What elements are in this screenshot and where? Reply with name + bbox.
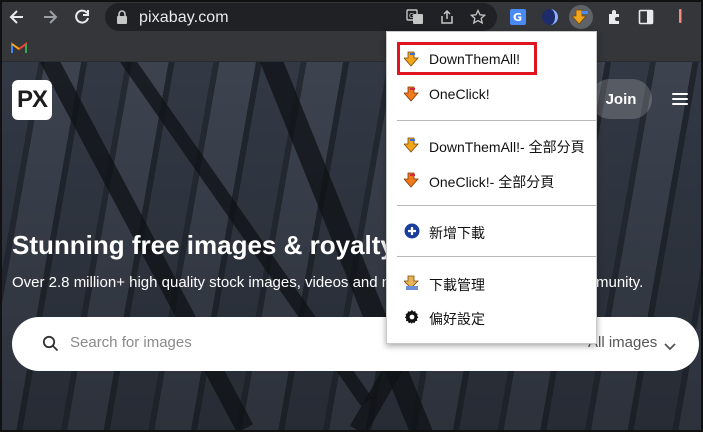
downthemall-extension-icon[interactable]	[569, 5, 593, 29]
search-icon[interactable]	[42, 335, 59, 357]
puzzle-extensions-icon[interactable]	[603, 5, 627, 29]
menu-separator	[397, 256, 596, 257]
menu-item-label: 偏好設定	[429, 311, 485, 327]
download-manager-icon	[403, 275, 420, 291]
downthemall-arrow-icon	[403, 137, 420, 153]
oneclick-arrow-icon	[403, 86, 420, 102]
menu-item-downthemall-all-tabs[interactable]: DownThemAll!- 全部分頁	[387, 130, 596, 160]
hero-subtitle: Over 2.8 million+ high quality stock ima…	[12, 274, 403, 291]
search-input[interactable]	[70, 334, 370, 351]
menu-item-label: 新增下載	[429, 225, 485, 241]
hero-subtitle-end: munity.	[596, 274, 644, 291]
pixabay-page: PX Join Stunning free images & royalty O…	[0, 62, 703, 432]
svg-text:G: G	[409, 12, 414, 20]
gmail-icon[interactable]	[11, 41, 27, 59]
google-translate-extension-icon[interactable]: G	[506, 5, 530, 29]
lock-icon[interactable]	[116, 10, 128, 29]
plus-circle-icon	[404, 223, 420, 239]
highlight-box	[397, 42, 537, 75]
oneclick-arrow-icon	[403, 172, 420, 188]
menu-item-label: OneClick!- 全部分頁	[429, 174, 555, 190]
bookmarks-bar	[0, 34, 703, 62]
svg-text:G: G	[513, 11, 522, 24]
forward-arrow-icon[interactable]	[38, 5, 62, 29]
translate-icon[interactable]: G	[405, 7, 425, 27]
url-text[interactable]: pixabay.com	[139, 9, 229, 27]
menu-item-oneclick[interactable]: OneClick!	[387, 79, 596, 109]
profile-menu-icon[interactable]	[668, 5, 692, 29]
star-icon[interactable]	[468, 7, 488, 27]
downthemall-context-menu: DownThemAll! OneClick! DownThemAll!- 全部分…	[386, 31, 597, 344]
hamburger-menu-icon[interactable]	[672, 93, 688, 105]
browser-toolbar: pixabay.com G G	[0, 0, 703, 34]
side-panel-icon[interactable]	[634, 5, 658, 29]
hero-title: Stunning free images & royalty	[12, 230, 395, 260]
search-filter-dropdown[interactable]: All images	[588, 334, 657, 351]
menu-item-label: DownThemAll!- 全部分頁	[429, 139, 585, 155]
menu-item-oneclick-all-tabs[interactable]: OneClick!- 全部分頁	[387, 165, 596, 195]
menu-item-preferences[interactable]: 偏好設定	[387, 302, 596, 332]
chevron-down-icon[interactable]	[664, 338, 676, 356]
menu-item-label: 下載管理	[429, 277, 485, 293]
menu-item-add-download[interactable]: 新增下載	[387, 216, 596, 246]
dark-circle-extension-icon[interactable]	[538, 5, 562, 29]
menu-item-download-manager[interactable]: 下載管理	[387, 268, 596, 298]
gear-icon	[404, 309, 420, 325]
menu-item-label: OneClick!	[429, 86, 490, 102]
join-button[interactable]: Join	[590, 79, 652, 119]
back-arrow-icon[interactable]	[5, 5, 29, 29]
menu-separator	[397, 120, 596, 121]
reload-icon[interactable]	[70, 5, 94, 29]
address-bar[interactable]: pixabay.com G	[105, 3, 497, 31]
share-icon[interactable]	[437, 7, 457, 27]
menu-separator	[397, 205, 596, 206]
pixabay-logo[interactable]: PX	[12, 80, 52, 120]
